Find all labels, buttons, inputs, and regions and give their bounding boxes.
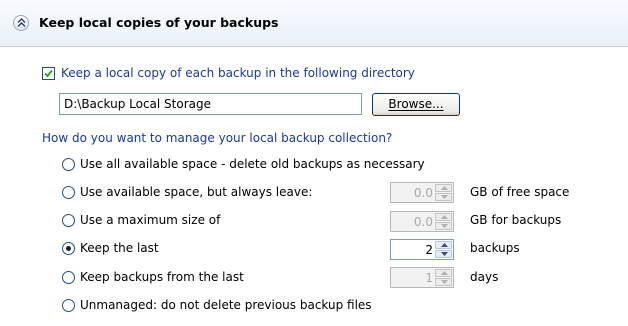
spin-up-icon[interactable] — [435, 213, 452, 221]
browse-button[interactable]: Browse... — [372, 93, 460, 116]
option-label-maximum-size[interactable]: Use a maximum size of — [80, 213, 220, 227]
keep-days-unit: days — [470, 270, 499, 284]
keep-last-stepper[interactable]: 2 — [390, 239, 454, 260]
radio-always-leave[interactable] — [62, 186, 75, 199]
spin-down-icon[interactable] — [435, 278, 452, 286]
section-header: Keep local copies of your backups — [0, 0, 628, 47]
option-label-always-leave[interactable]: Use available space, but always leave: — [80, 185, 312, 199]
directory-input[interactable] — [59, 93, 362, 115]
radio-use-all-space[interactable] — [62, 158, 75, 171]
free-space-stepper[interactable]: 0.0 — [390, 182, 454, 203]
radio-keep-days[interactable] — [62, 271, 75, 284]
spin-up-icon[interactable] — [435, 241, 452, 249]
keep-last-unit: backups — [470, 241, 520, 255]
maximum-size-unit: GB for backups — [470, 213, 562, 227]
spin-down-icon[interactable] — [435, 222, 452, 230]
free-space-unit: GB of free space — [470, 185, 570, 199]
browse-button-label: Browse... — [388, 97, 444, 111]
keep-days-value: 1 — [425, 271, 433, 285]
keep-last-value: 2 — [425, 243, 433, 257]
option-label-use-all-space[interactable]: Use all available space - delete old bac… — [80, 157, 425, 171]
spin-up-icon[interactable] — [435, 269, 452, 277]
section-title: Keep local copies of your backups — [39, 15, 279, 30]
local-copy-checkbox[interactable] — [42, 67, 55, 80]
option-label-keep-days[interactable]: Keep backups from the last — [80, 270, 244, 284]
radio-unmanaged[interactable] — [62, 299, 75, 312]
manage-question: How do you want to manage your local bac… — [42, 131, 393, 145]
collapse-up-icon[interactable] — [13, 15, 29, 31]
maximum-size-value: 0.0 — [413, 215, 433, 229]
keep-days-stepper[interactable]: 1 — [390, 267, 454, 288]
spin-up-icon[interactable] — [435, 184, 452, 192]
radio-maximum-size[interactable] — [62, 214, 75, 227]
option-label-unmanaged[interactable]: Unmanaged: do not delete previous backup… — [80, 298, 372, 312]
option-label-keep-last[interactable]: Keep the last — [80, 241, 159, 255]
maximum-size-stepper[interactable]: 0.0 — [390, 211, 454, 232]
spin-down-icon[interactable] — [435, 193, 452, 201]
radio-keep-last[interactable] — [62, 242, 75, 255]
spin-down-icon[interactable] — [435, 250, 452, 258]
local-copy-label[interactable]: Keep a local copy of each backup in the … — [61, 66, 415, 80]
free-space-value: 0.0 — [413, 186, 433, 200]
